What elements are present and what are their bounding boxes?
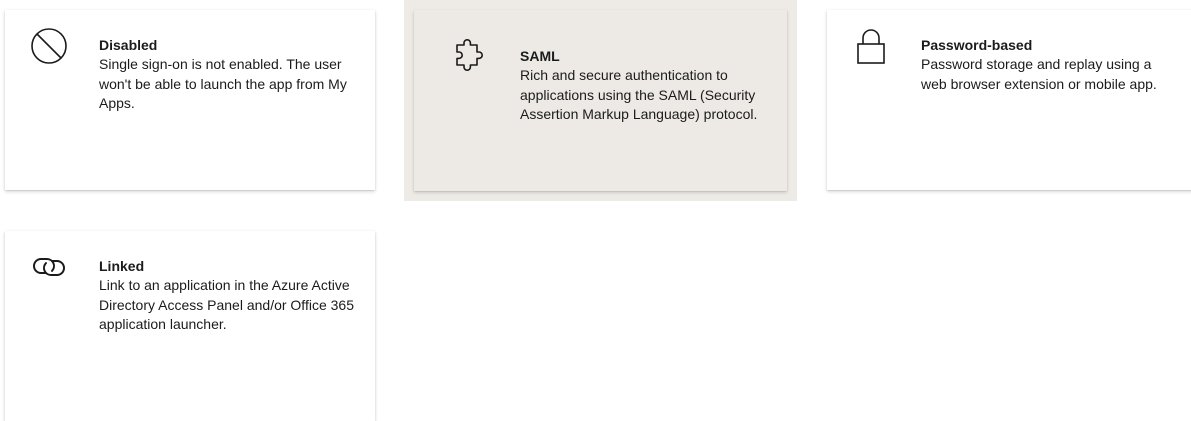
sso-option-saml[interactable]: SAML Rich and secure authentication to a… xyxy=(404,0,797,201)
option-description: Password storage and replay using a web … xyxy=(921,56,1157,92)
tile-surface: Disabled Single sign-on is not enabled. … xyxy=(5,10,375,190)
lock-icon xyxy=(851,26,891,66)
tile-text: Password-based Password storage and repl… xyxy=(921,36,1177,94)
tile-surface: Linked Link to an application in the Azu… xyxy=(5,231,375,421)
tile-surface: SAML Rich and secure authentication to a… xyxy=(414,10,787,191)
sso-option-password[interactable]: Password-based Password storage and repl… xyxy=(827,10,1191,190)
option-title: Linked xyxy=(99,258,145,274)
tile-text: SAML Rich and secure authentication to a… xyxy=(520,47,767,125)
tile-text: Linked Link to an application in the Azu… xyxy=(99,257,355,335)
option-description: Rich and secure authentication to applic… xyxy=(520,67,758,122)
option-title: SAML xyxy=(520,48,560,64)
option-title: Disabled xyxy=(99,37,158,53)
tile-surface: Password-based Password storage and repl… xyxy=(827,10,1191,190)
sso-option-disabled[interactable]: Disabled Single sign-on is not enabled. … xyxy=(5,10,375,190)
disabled-circle-icon xyxy=(29,26,69,66)
option-title: Password-based xyxy=(921,37,1033,53)
tile-text: Disabled Single sign-on is not enabled. … xyxy=(99,36,355,114)
link-icon xyxy=(29,247,69,287)
puzzle-piece-icon xyxy=(448,36,488,76)
sso-option-linked[interactable]: Linked Link to an application in the Azu… xyxy=(5,231,375,421)
option-description: Single sign-on is not enabled. The user … xyxy=(99,56,347,111)
option-description: Link to an application in the Azure Acti… xyxy=(99,277,354,332)
